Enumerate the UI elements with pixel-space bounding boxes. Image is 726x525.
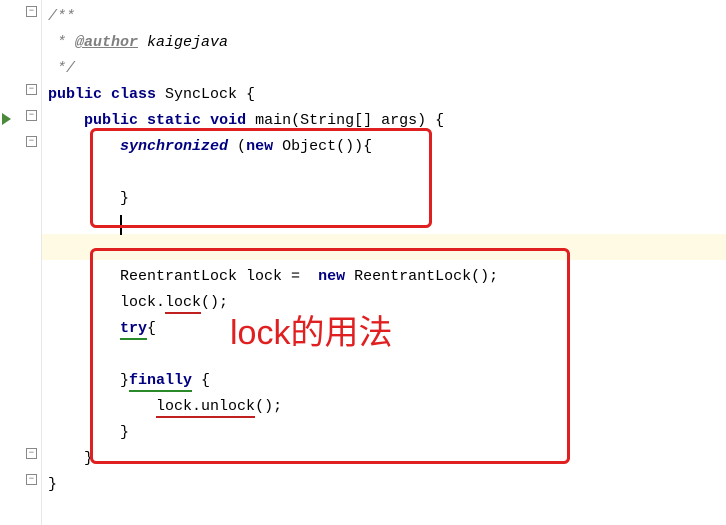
code-line[interactable]: } [48,472,726,498]
code-line[interactable]: public class SyncLock { [48,82,726,108]
caret [120,215,122,235]
code-line[interactable]: } [48,446,726,472]
code-line[interactable] [48,160,726,186]
code-line[interactable]: } [48,186,726,212]
code-line[interactable] [48,342,726,368]
gutter: − − − − − − [0,0,42,525]
fold-toggle-icon[interactable]: − [26,136,37,147]
code-line[interactable]: lock.unlock(); [48,394,726,420]
fold-toggle-icon[interactable]: − [26,448,37,459]
code-line[interactable]: * @author kaigejava [48,30,726,56]
run-icon[interactable] [2,113,11,125]
code-line[interactable]: synchronized (new Object()){ [48,134,726,160]
code-editor[interactable]: − − − − − − /** * @author kaigejava */ p… [0,0,726,525]
fold-toggle-icon[interactable]: − [26,6,37,17]
code-line[interactable]: try{ [48,316,726,342]
code-line[interactable]: ReentrantLock lock = new ReentrantLock()… [48,264,726,290]
code-area[interactable]: /** * @author kaigejava */ public class … [42,0,726,525]
code-line[interactable] [48,238,726,264]
fold-toggle-icon[interactable]: − [26,84,37,95]
fold-toggle-icon[interactable]: − [26,474,37,485]
code-line[interactable]: public static void main(String[] args) { [48,108,726,134]
code-line[interactable]: }finally { [48,368,726,394]
code-line[interactable]: */ [48,56,726,82]
code-line[interactable]: lock.lock(); [48,290,726,316]
code-line[interactable]: /** [48,4,726,30]
code-line[interactable] [48,212,726,238]
fold-toggle-icon[interactable]: − [26,110,37,121]
code-line[interactable]: } [48,420,726,446]
